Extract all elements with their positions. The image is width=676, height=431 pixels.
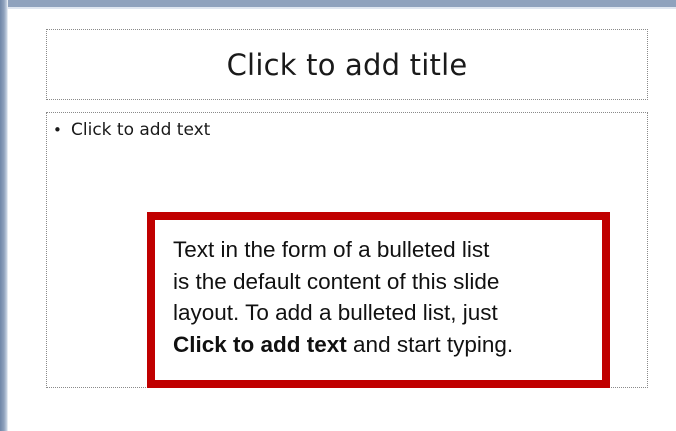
- window-frame-left: [0, 0, 8, 431]
- powerpoint-slide-editor: Click to add title • Click to add text T…: [0, 0, 676, 431]
- callout-text: Text in the form of a bulleted list is t…: [173, 234, 575, 360]
- bullet-icon: •: [53, 121, 62, 139]
- window-frame-top: [0, 0, 676, 7]
- title-placeholder[interactable]: Click to add title: [46, 29, 648, 100]
- bullet-item: • Click to add text: [53, 120, 210, 140]
- callout-bold-phrase: Click to add text: [173, 331, 347, 357]
- slide-canvas: Click to add title • Click to add text T…: [8, 9, 676, 431]
- explanation-callout: Text in the form of a bulleted list is t…: [147, 212, 610, 388]
- callout-line-1: Text in the form of a bulleted list: [173, 237, 490, 262]
- callout-line-3: layout. To add a bulleted list, just: [173, 300, 498, 325]
- callout-line-2: is the default content of this slide: [173, 268, 500, 294]
- content-placeholder-text: Click to add text: [71, 120, 211, 140]
- callout-line-4-rest: and start typing.: [346, 331, 514, 357]
- title-placeholder-text: Click to add title: [226, 47, 468, 82]
